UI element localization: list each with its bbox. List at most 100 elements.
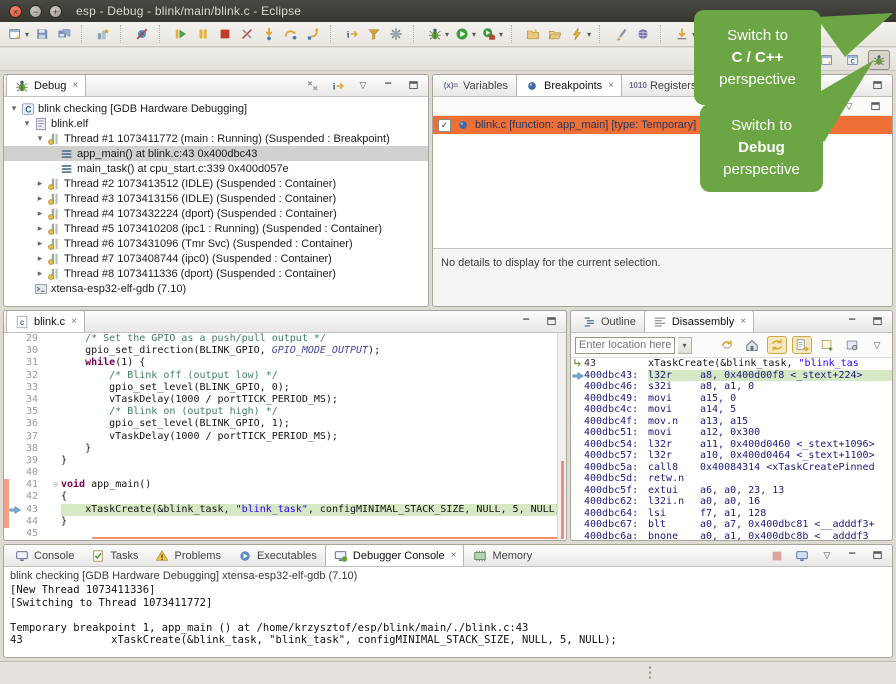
tab-problems[interactable]: Problems	[146, 544, 228, 566]
debug-tree-item[interactable]: ▸Thread #7 1073408744 (ipc0) (Suspended …	[4, 251, 428, 266]
use-step-filters-button[interactable]	[364, 24, 384, 44]
debug-settings-button[interactable]	[386, 24, 406, 44]
debug-perspective-button[interactable]	[868, 50, 890, 70]
disassembly-body[interactable]: 43xTaskCreate(&blink_task, "blink_tas400…	[571, 358, 892, 541]
tree-expander-icon[interactable]: ▾	[21, 118, 33, 129]
tree-expander-icon[interactable]: ▾	[34, 133, 46, 144]
tab-close-icon[interactable]: ×	[740, 316, 746, 327]
tree-expander-icon[interactable]: ▸	[34, 208, 46, 219]
suspend-button[interactable]	[193, 24, 213, 44]
tab-close-icon[interactable]: ×	[451, 550, 457, 561]
view-menu-button[interactable]: ▽	[353, 76, 373, 96]
annotation-ruler[interactable]	[9, 455, 22, 467]
annotation-ruler[interactable]	[9, 406, 22, 418]
annotation-ruler[interactable]	[9, 370, 22, 382]
skip-all-breakpoints-button[interactable]	[132, 24, 152, 44]
debug-tree-item[interactable]: ▸Thread #2 1073413512 (IDLE) (Suspended …	[4, 176, 428, 191]
tab-console[interactable]: Console	[6, 544, 82, 566]
window-minimize-icon[interactable]: −	[29, 5, 42, 18]
minimize-button[interactable]	[378, 76, 398, 96]
pin-view-button[interactable]	[842, 336, 862, 354]
debug-tree-item[interactable]: ▸Thread #5 1073410208 (ipc1 : Running) (…	[4, 221, 428, 236]
debug-tree-item[interactable]: ▸Thread #4 1073432224 (dport) (Suspended…	[4, 206, 428, 221]
console-body[interactable]: [New Thread 1073411336][Switching to Thr…	[4, 584, 892, 647]
tab-blink-c[interactable]: cblink.c×	[6, 310, 85, 332]
tab-executables[interactable]: Executables	[229, 544, 325, 566]
annotation-ruler[interactable]	[9, 394, 22, 406]
overview-ruler[interactable]	[557, 333, 566, 540]
step-into-button[interactable]	[259, 24, 279, 44]
remove-all-terminated-button[interactable]	[303, 76, 323, 96]
tab-close-icon[interactable]: ×	[608, 80, 614, 91]
tree-expander-icon[interactable]: ▾	[8, 103, 20, 114]
debug-tree-item[interactable]: ▸Thread #8 1073411336 (dport) (Suspended…	[4, 266, 428, 281]
instruction-stepping-button[interactable]: i	[342, 24, 362, 44]
annotation-ruler[interactable]	[9, 467, 22, 479]
tab-disassembly[interactable]: Disassembly×	[644, 310, 754, 332]
annotation-ruler[interactable]	[9, 431, 22, 443]
maximize-button[interactable]	[865, 98, 885, 114]
new-view-button[interactable]	[817, 336, 837, 354]
view-menu-button[interactable]: ▽	[817, 546, 837, 566]
debug-tree-item[interactable]: ▸Thread #6 1073431096 (Tmr Svc) (Suspend…	[4, 236, 428, 251]
tree-expander-icon[interactable]: ▸	[34, 193, 46, 204]
new-wizard-button[interactable]	[5, 24, 25, 44]
display-console-button[interactable]	[792, 546, 812, 566]
refresh-view-button[interactable]	[717, 336, 737, 354]
debug-tree-item[interactable]: app_main() at blink.c:43 0x400dbc43	[4, 146, 428, 161]
breakpoint-checkbox[interactable]: ✓	[438, 119, 451, 132]
show-source-button[interactable]	[792, 336, 812, 354]
annotation-ruler[interactable]	[9, 479, 22, 491]
tab-close-icon[interactable]: ×	[71, 316, 77, 327]
annotation-ruler[interactable]	[9, 516, 22, 528]
debug-tree-item[interactable]: ▸Thread #3 1073413156 (IDLE) (Suspended …	[4, 191, 428, 206]
maximize-button[interactable]	[867, 312, 887, 332]
terminate-button[interactable]	[215, 24, 235, 44]
tab-outline[interactable]: Outline	[573, 310, 644, 332]
run-button[interactable]	[452, 24, 472, 44]
debug-dropdown-icon[interactable]: ▾	[445, 30, 449, 39]
window-close-icon[interactable]: ×	[9, 5, 22, 18]
external-tools-button[interactable]	[479, 24, 499, 44]
minimize-button[interactable]	[842, 312, 862, 332]
debug-button[interactable]	[425, 24, 445, 44]
new-wizard-dropdown-icon[interactable]: ▾	[25, 30, 29, 39]
flash-button[interactable]	[567, 24, 587, 44]
location-dropdown-icon[interactable]: ▾	[678, 337, 692, 354]
instruction-stepping-mode-button[interactable]: i	[328, 76, 348, 96]
save-all-button[interactable]	[54, 24, 74, 44]
tab-close-icon[interactable]: ×	[72, 80, 78, 91]
tree-expander-icon[interactable]: ▸	[34, 268, 46, 279]
resume-button[interactable]	[171, 24, 191, 44]
next-annotation-button[interactable]	[672, 24, 692, 44]
run-dropdown-icon[interactable]: ▾	[472, 30, 476, 39]
debug-tree-item[interactable]: ▾blink.elf	[4, 116, 428, 131]
tree-expander-icon[interactable]: ▸	[34, 238, 46, 249]
open-project-button[interactable]	[545, 24, 565, 44]
home-button[interactable]	[742, 336, 762, 354]
window-maximize-icon[interactable]: +	[49, 5, 62, 18]
annotation-ruler[interactable]	[9, 443, 22, 455]
minimize-button[interactable]	[842, 546, 862, 566]
maximize-button[interactable]	[541, 312, 561, 332]
external-tools-dropdown-icon[interactable]: ▾	[499, 30, 503, 39]
maximize-button[interactable]	[867, 546, 887, 566]
tab-registers[interactable]: 1010Registers	[622, 74, 704, 96]
annotation-ruler[interactable]	[9, 491, 22, 503]
tab-debug[interactable]: Debug×	[6, 74, 86, 96]
annotation-ruler[interactable]	[9, 333, 22, 345]
view-menu-button[interactable]: ▽	[867, 336, 887, 354]
tab-tasks[interactable]: Tasks	[82, 544, 146, 566]
location-input[interactable]	[575, 337, 675, 354]
annotation-ruler[interactable]	[9, 382, 22, 394]
maximize-button[interactable]	[403, 76, 423, 96]
maximize-button[interactable]	[867, 76, 887, 96]
format-button[interactable]	[611, 24, 631, 44]
disconnect-button[interactable]	[237, 24, 257, 44]
editor-body[interactable]: 29 /* Set the GPIO as a push/pull output…	[4, 333, 566, 540]
annotation-ruler[interactable]	[9, 528, 22, 540]
tab-debugger-console[interactable]: Debugger Console×	[325, 544, 465, 566]
tree-expander-icon[interactable]: ▸	[34, 178, 46, 189]
debug-tree-item[interactable]: ▾Cblink checking [GDB Hardware Debugging…	[4, 101, 428, 116]
flash-dropdown-icon[interactable]: ▾	[587, 30, 591, 39]
